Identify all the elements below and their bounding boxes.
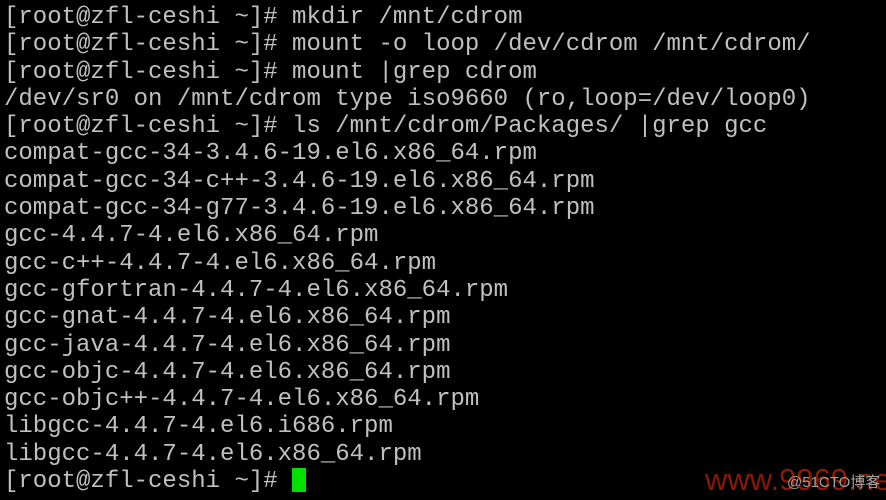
terminal-line: gcc-c++-4.4.7-4.el6.x86_64.rpm — [4, 249, 437, 277]
terminal-output[interactable]: [root@zfl-ceshi ~]# mkdir /mnt/cdrom [roo… — [4, 4, 811, 495]
terminal-line: compat-gcc-34-3.4.6-19.el6.x86_64.rpm — [4, 140, 537, 168]
terminal-line: libgcc-4.4.7-4.el6.i686.rpm — [4, 413, 393, 441]
terminal-line: gcc-objc-4.4.7-4.el6.x86_64.rpm — [4, 358, 451, 386]
watermark-source: @51CTO博客 — [787, 474, 881, 491]
terminal-line: [root@zfl-ceshi ~]# mount |grep cdrom — [4, 58, 537, 86]
terminal-line: /dev/sr0 on /mnt/cdrom type iso9660 (ro,… — [4, 85, 811, 113]
terminal-line: [root@zfl-ceshi ~]# mount -o loop /dev/c… — [4, 31, 811, 59]
terminal-line: gcc-java-4.4.7-4.el6.x86_64.rpm — [4, 331, 451, 359]
terminal-prompt: [root@zfl-ceshi ~]# — [4, 468, 293, 496]
terminal-line: gcc-4.4.7-4.el6.x86_64.rpm — [4, 222, 379, 250]
terminal-line: gcc-objc++-4.4.7-4.el6.x86_64.rpm — [4, 386, 480, 414]
terminal-prompt-line[interactable]: [root@zfl-ceshi ~]# — [4, 468, 811, 495]
terminal-line: compat-gcc-34-c++-3.4.6-19.el6.x86_64.rp… — [4, 167, 595, 195]
terminal-line: libgcc-4.4.7-4.el6.x86_64.rpm — [4, 440, 422, 468]
terminal-line: [root@zfl-ceshi ~]# mkdir /mnt/cdrom — [4, 4, 523, 31]
terminal-line: compat-gcc-34-g77-3.4.6-19.el6.x86_64.rp… — [4, 195, 595, 223]
cursor-block — [292, 468, 307, 493]
terminal-line: gcc-gnat-4.4.7-4.el6.x86_64.rpm — [4, 304, 451, 332]
terminal-line: gcc-gfortran-4.4.7-4.el6.x86_64.rpm — [4, 276, 509, 304]
terminal-line: [root@zfl-ceshi ~]# ls /mnt/cdrom/Packag… — [4, 113, 768, 141]
